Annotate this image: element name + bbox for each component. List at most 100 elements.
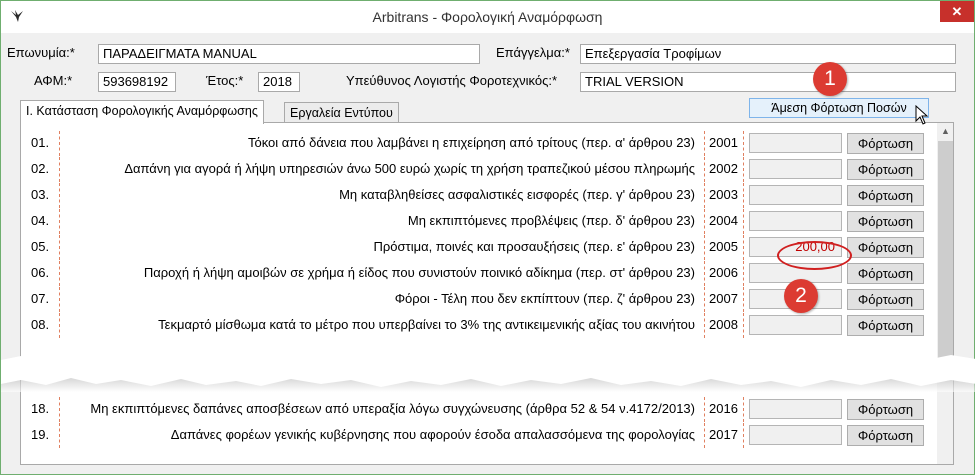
name-label: Επωνυμία:*	[7, 45, 75, 60]
column-divider	[59, 313, 60, 338]
row-number: 06.	[31, 265, 50, 280]
column-divider	[704, 287, 705, 312]
row-number: 01.	[31, 135, 50, 150]
amount-highlight-circle	[777, 241, 852, 270]
row-code: 2001	[709, 135, 738, 150]
annotation-badge-2: 2	[784, 279, 818, 313]
table-row: 02. Δαπάνη για αγορά ή λήψη υπηρεσιών άνω…	[21, 157, 937, 182]
amount-field[interactable]	[749, 133, 842, 153]
load-button[interactable]: Φόρτωση	[847, 425, 924, 446]
amount-field[interactable]	[749, 399, 842, 419]
row-number: 07.	[31, 291, 50, 306]
load-button[interactable]: Φόρτωση	[847, 185, 924, 206]
afm-label: ΑΦΜ:*	[34, 73, 73, 88]
row-description: Τεκμαρτό μίσθωμα κατά το μέτρο που υπερβ…	[158, 317, 695, 332]
scroll-up-arrow-icon[interactable]: ▲	[937, 123, 953, 140]
amount-field[interactable]	[749, 315, 842, 335]
column-divider	[704, 261, 705, 286]
column-divider	[59, 397, 60, 422]
row-description: Τόκοι από δάνεια που λαμβάνει η επιχείρη…	[247, 135, 695, 150]
column-divider	[704, 423, 705, 448]
row-code: 2004	[709, 213, 738, 228]
row-code: 2003	[709, 187, 738, 202]
close-button[interactable]: ✕	[940, 1, 974, 22]
row-description: Φόροι - Τέλη που δεν εκπίπτουν (περ. ζ' …	[394, 291, 695, 306]
column-divider	[743, 157, 744, 182]
app-window: Arbitrans - Φορολογική Αναμόρφωση ✕ Επων…	[0, 0, 975, 475]
year-field[interactable]: 2018	[258, 72, 300, 92]
row-code: 2006	[709, 265, 738, 280]
column-divider	[743, 397, 744, 422]
column-divider	[59, 157, 60, 182]
load-all-amounts-button[interactable]: Άμεση Φόρτωση Ποσών	[749, 98, 929, 118]
column-divider	[59, 235, 60, 260]
load-button[interactable]: Φόρτωση	[847, 237, 924, 258]
year-label: Έτος:*	[206, 73, 244, 88]
mouse-pointer-icon	[915, 105, 929, 125]
row-number: 05.	[31, 239, 50, 254]
row-description: Δαπάνες φορέων γενικής κυβέρνησης που αφ…	[170, 427, 695, 442]
vertical-scrollbar[interactable]: ▲	[937, 123, 953, 464]
annotation-badge-1: 1	[813, 62, 847, 96]
load-button[interactable]: Φόρτωση	[847, 289, 924, 310]
row-description: Πρόστιμα, ποινές και προσαυξήσεις (περ. …	[373, 239, 695, 254]
table-row: 19. Δαπάνες φορέων γενικής κυβέρνησης που…	[21, 423, 937, 448]
column-divider	[743, 183, 744, 208]
tab-tax-statement[interactable]: Ι. Κατάσταση Φορολογικής Αναμόρφωσης	[20, 100, 264, 124]
column-divider	[743, 235, 744, 260]
row-number: 02.	[31, 161, 50, 176]
profession-field[interactable]: Επεξεργασία Τροφίμων	[580, 44, 956, 64]
title-bar: Arbitrans - Φορολογική Αναμόρφωση ✕	[1, 1, 974, 33]
load-button[interactable]: Φόρτωση	[847, 159, 924, 180]
profession-label: Επάγγελμα:*	[496, 45, 570, 60]
column-divider	[743, 209, 744, 234]
column-divider	[743, 131, 744, 156]
column-divider	[59, 131, 60, 156]
table-row: 18. Μη εκπιπτόμενες δαπάνες αποσβέσεων απ…	[21, 397, 937, 422]
load-button[interactable]: Φόρτωση	[847, 263, 924, 284]
row-description: Δαπάνη για αγορά ή λήψη υπηρεσιών άνω 50…	[124, 161, 695, 176]
column-divider	[743, 261, 744, 286]
table-row: 04. Μη εκπιπτόμενες προβλέψεις (περ. δ' ά…	[21, 209, 937, 234]
row-description: Μη καταβληθείσες ασφαλιστικές εισφορές (…	[339, 187, 695, 202]
column-divider	[704, 183, 705, 208]
row-code: 2002	[709, 161, 738, 176]
column-divider	[743, 287, 744, 312]
accountant-field[interactable]: TRIAL VERSION	[580, 72, 956, 92]
load-button[interactable]: Φόρτωση	[847, 211, 924, 232]
window-title: Arbitrans - Φορολογική Αναμόρφωση	[372, 9, 603, 25]
column-divider	[704, 313, 705, 338]
row-code: 2005	[709, 239, 738, 254]
column-divider	[59, 287, 60, 312]
amount-field[interactable]	[749, 211, 842, 231]
column-divider	[704, 131, 705, 156]
load-button[interactable]: Φόρτωση	[847, 399, 924, 420]
scroll-thumb[interactable]	[938, 141, 953, 361]
row-code: 2008	[709, 317, 738, 332]
table-row: 08. Τεκμαρτό μίσθωμα κατά το μέτρο που υπ…	[21, 313, 937, 338]
amount-field[interactable]	[749, 185, 842, 205]
torn-edge-divider	[1, 354, 975, 392]
column-divider	[743, 313, 744, 338]
column-divider	[59, 209, 60, 234]
column-divider	[59, 183, 60, 208]
column-divider	[743, 423, 744, 448]
column-divider	[704, 157, 705, 182]
table-row: 01. Τόκοι από δάνεια που λαμβάνει η επιχε…	[21, 131, 937, 156]
row-number: 03.	[31, 187, 50, 202]
row-description: Μη εκπιπτόμενες δαπάνες αποσβέσεων από υ…	[90, 401, 695, 416]
load-button[interactable]: Φόρτωση	[847, 315, 924, 336]
amount-field[interactable]	[749, 159, 842, 179]
row-number: 08.	[31, 317, 50, 332]
accountant-label: Υπεύθυνος Λογιστής Φοροτεχνικός:*	[346, 73, 558, 88]
tab-form-tools[interactable]: Εργαλεία Εντύπου	[284, 102, 399, 123]
name-field[interactable]: ΠΑΡΑΔΕΙΓΜΑΤΑ MANUAL	[98, 44, 480, 64]
close-icon[interactable]: ✕	[952, 4, 963, 19]
load-button[interactable]: Φόρτωση	[847, 133, 924, 154]
row-description: Παροχή ή λήψη αμοιβών σε χρήμα ή είδος π…	[143, 265, 695, 280]
row-number: 04.	[31, 213, 50, 228]
row-code: 2016	[709, 401, 738, 416]
row-description: Μη εκπιπτόμενες προβλέψεις (περ. δ' άρθρ…	[407, 213, 695, 228]
afm-field[interactable]: 593698192	[98, 72, 176, 92]
amount-field[interactable]	[749, 425, 842, 445]
